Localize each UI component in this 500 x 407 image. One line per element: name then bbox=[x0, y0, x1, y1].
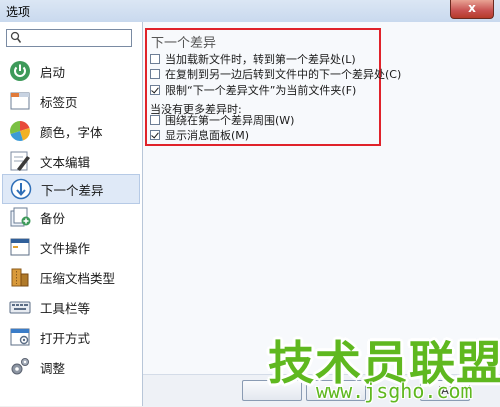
sidebar-item-label: 启动 bbox=[40, 64, 66, 80]
title-bar[interactable]: 选项 x bbox=[0, 0, 500, 22]
text-edit-icon bbox=[9, 150, 31, 172]
keyboard-icon bbox=[9, 296, 31, 318]
file-operation-icon bbox=[9, 236, 31, 258]
sidebar-item-label: 文本编辑 bbox=[40, 154, 91, 170]
sidebar-item-toolbars[interactable]: 工具栏等 bbox=[2, 292, 140, 322]
checkbox[interactable] bbox=[150, 115, 160, 125]
section-title: 下一个差异 bbox=[151, 36, 217, 51]
option-label: 围绕在第一个差异周围(W) bbox=[165, 114, 295, 127]
checkbox[interactable] bbox=[150, 54, 160, 64]
option-show-message-panel[interactable]: 显示消息面板(M) bbox=[150, 128, 249, 142]
sidebar-item-label: 工具栏等 bbox=[40, 300, 91, 316]
search-input[interactable] bbox=[23, 31, 127, 45]
sidebar: 启动 标签页 颜色，字体 文本编辑 下一个差异 备份 文件操作 压缩文档类型 工… bbox=[0, 22, 143, 406]
close-button[interactable]: x bbox=[450, 0, 494, 19]
sidebar-item-tweaks[interactable]: 调整 bbox=[2, 352, 140, 382]
apply-button[interactable]: (A) bbox=[420, 380, 470, 401]
sidebar-item-label: 下一个差异 bbox=[41, 182, 104, 198]
gears-icon bbox=[9, 356, 31, 378]
sidebar-item-label: 标签页 bbox=[40, 94, 78, 110]
ok-button[interactable] bbox=[242, 380, 302, 401]
option-label: 显示消息面板(M) bbox=[165, 129, 250, 142]
checkbox[interactable] bbox=[150, 69, 160, 79]
option-label: 当加载新文件时，转到第一个差异处(L) bbox=[165, 53, 356, 66]
sidebar-item-label: 颜色，字体 bbox=[40, 124, 103, 140]
power-icon bbox=[9, 60, 31, 82]
sidebar-item-label: 文件操作 bbox=[40, 240, 91, 256]
sidebar-item-label: 调整 bbox=[40, 360, 66, 376]
sidebar-item-open-with[interactable]: 打开方式 bbox=[2, 322, 140, 352]
sidebar-item-backup[interactable]: 备份 bbox=[2, 202, 140, 232]
option-wrap-around[interactable]: 围绕在第一个差异周围(W) bbox=[150, 113, 294, 127]
sidebar-item-archive-types[interactable]: 压缩文档类型 bbox=[2, 262, 140, 292]
option-goto-first-diff-on-load[interactable]: 当加载新文件时，转到第一个差异处(L) bbox=[150, 52, 356, 66]
color-palette-icon bbox=[9, 120, 31, 142]
sidebar-item-next-diff[interactable]: 下一个差异 bbox=[2, 174, 140, 204]
sidebar-item-label: 备份 bbox=[40, 210, 66, 226]
options-window: 选项 x 启动 标签页 颜色，字体 文本编辑 下一个差异 备份 文件操作 压缩文… bbox=[0, 0, 500, 407]
option-goto-next-after-copy[interactable]: 在复制到另一边后转到文件中的下一个差异处(C) bbox=[150, 67, 401, 81]
option-limit-to-current-folder[interactable]: 限制“下一个差异文件”为当前文件夹(F) bbox=[150, 83, 356, 97]
sidebar-item-colors-fonts[interactable]: 颜色，字体 bbox=[2, 116, 140, 146]
open-with-icon bbox=[9, 326, 31, 348]
sidebar-item-label: 打开方式 bbox=[40, 330, 91, 346]
window-title: 选项 bbox=[6, 5, 31, 19]
tab-page-icon bbox=[9, 90, 31, 112]
option-label: 限制“下一个差异文件”为当前文件夹(F) bbox=[165, 84, 357, 97]
search-icon bbox=[10, 31, 22, 45]
sidebar-item-text-edit[interactable]: 文本编辑 bbox=[2, 146, 140, 176]
checkbox-checked[interactable] bbox=[150, 85, 160, 95]
next-diff-icon bbox=[10, 178, 32, 200]
backup-icon bbox=[9, 206, 31, 228]
sidebar-item-tabs[interactable]: 标签页 bbox=[2, 86, 140, 116]
sidebar-item-startup[interactable]: 启动 bbox=[2, 56, 140, 86]
sidebar-item-file-operations[interactable]: 文件操作 bbox=[2, 232, 140, 262]
archive-type-icon bbox=[9, 266, 31, 288]
sidebar-item-label: 压缩文档类型 bbox=[40, 270, 116, 286]
cancel-button[interactable] bbox=[306, 380, 366, 401]
option-label: 在复制到另一边后转到文件中的下一个差异处(C) bbox=[165, 68, 402, 81]
checkbox-checked[interactable] bbox=[150, 130, 160, 140]
search-box[interactable] bbox=[6, 29, 132, 47]
